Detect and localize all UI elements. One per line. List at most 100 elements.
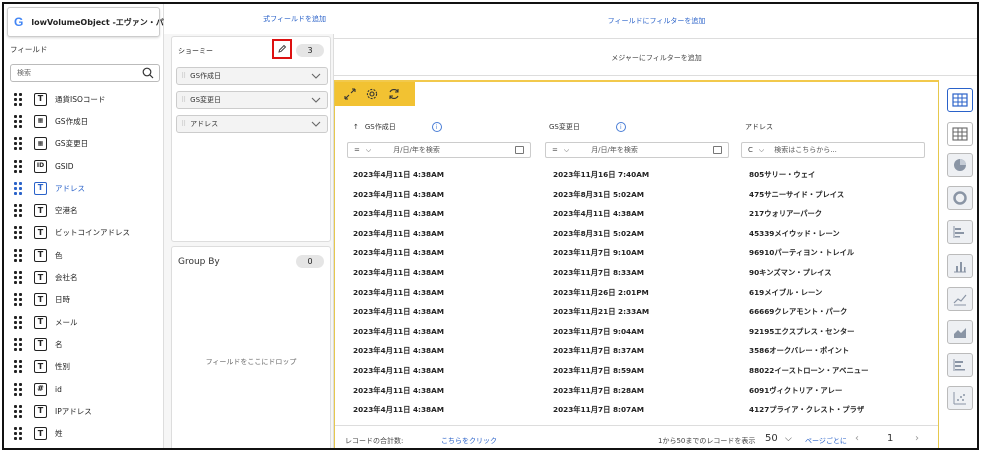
table-cell: 2023年11月7日 9:10AM [553,248,645,258]
field-item[interactable]: T 会社名 [4,266,164,288]
field-item[interactable]: ID GSID [4,155,164,177]
pivot-table-button[interactable] [947,122,973,146]
field-item[interactable]: T 日時 [4,289,164,311]
stacked-bar-button[interactable] [947,353,973,377]
field-item[interactable]: T 性別 [4,356,164,378]
table-row[interactable]: 2023年4月11日 4:38AM 2023年11月7日 8:33AM 90キンズマ… [335,264,935,284]
field-item[interactable]: T メール [4,311,164,333]
chevron-down-icon[interactable]: ⌵ [564,146,569,155]
table-row[interactable]: 2023年4月11日 4:38AM 2023年11月16日 7:40AM 805サリ… [335,166,935,186]
total-records-label: レコードの合計数: [345,437,404,445]
drag-handle-icon[interactable]: ⠿ [181,120,186,128]
date-filter-created[interactable]: = ⌵ 月/日/年を検索 [347,142,531,158]
filter-operator[interactable]: = [354,146,360,154]
filter-operator[interactable]: C [748,146,753,154]
drag-handle-icon[interactable] [14,315,24,329]
table-button[interactable] [947,88,973,112]
search-icon[interactable] [142,67,154,79]
drag-handle-icon[interactable] [14,114,24,128]
column-header-address[interactable]: アドレス [745,122,773,132]
add-field-filter-link[interactable]: フィールドにフィルターを追加 [334,4,977,39]
table-row[interactable]: 2023年4月11日 4:38AM 2023年11月26日 2:01PM 619メイ… [335,284,935,304]
chevron-down-icon[interactable] [311,120,321,128]
drag-handle-icon[interactable] [14,337,24,351]
drag-handle-icon[interactable] [14,293,24,307]
field-item[interactable]: T アドレス [4,177,164,199]
table-row[interactable]: 2023年4月11日 4:38AM 2023年4月11日 4:38AM 217ウォリ… [335,205,935,225]
drag-handle-icon[interactable] [14,271,24,285]
chevron-down-icon[interactable]: ⌵ [785,434,792,444]
field-item[interactable]: T名 [4,333,164,355]
pie-chart-button[interactable] [947,153,973,177]
drag-handle-icon[interactable] [14,92,24,106]
refresh-icon[interactable] [387,87,401,101]
field-item[interactable]: # id [4,378,164,400]
calendar-icon[interactable] [515,146,524,154]
info-icon[interactable]: i [431,122,442,132]
show-me-field[interactable]: ⠿ アドレス [176,115,328,133]
table-row[interactable]: 2023年4月11日 4:38AM 2023年11月7日 8:28AM 6091ヴィ… [335,382,935,402]
add-measure-filter-link[interactable]: メジャーにフィルターを追加 [334,40,977,76]
drag-handle-icon[interactable] [14,427,24,441]
drag-handle-icon[interactable] [14,226,24,240]
gear-icon[interactable] [365,87,379,101]
field-item[interactable]: T色 [4,244,164,266]
filter-operator[interactable]: = [552,146,558,154]
donut-chart-button[interactable] [947,186,973,210]
field-item[interactable]: T 空港名 [4,199,164,221]
table-row[interactable]: 2023年4月11日 4:38AM 2023年11月7日 9:10AM 96910パ… [335,244,935,264]
text-filter-address[interactable]: C ⌵ 検索はこちらから... [741,142,925,158]
field-item[interactable]: ▦ GS作成日 [4,110,164,132]
object-header[interactable]: G lowVolumeObject -エヴァン・パーソン [7,7,188,37]
table-row[interactable]: 2023年4月11日 4:38AM 2023年11月7日 8:07AM 4127プラ… [335,401,935,421]
edit-icon[interactable] [272,39,292,59]
chevron-down-icon[interactable] [311,72,321,80]
chevron-down-icon[interactable]: ⌵ [759,146,764,155]
column-chart-button[interactable] [947,254,973,278]
show-total-link[interactable]: こちらをクリック [441,436,497,446]
table-row[interactable]: 2023年4月11日 4:38AM 2023年11月7日 8:37AM 3586オー… [335,342,935,362]
prev-page-button[interactable]: ‹ [855,433,859,444]
next-page-button[interactable]: › [915,433,919,444]
table-row[interactable]: 2023年4月11日 4:38AM 2023年8月31日 5:02AM 45339メ… [335,225,935,245]
chevron-down-icon[interactable]: ⌵ [366,146,371,155]
drag-handle-icon[interactable] [14,159,24,173]
field-item[interactable]: T姓 [4,422,164,444]
column-header-gs-modified[interactable]: GS変更日 i [549,122,626,132]
calendar-icon[interactable] [713,146,722,154]
column-header-gs-created[interactable]: ↑ GS作成日 i [353,122,442,132]
drag-handle-icon[interactable] [14,137,24,151]
drag-handle-icon[interactable] [14,248,24,262]
bar-chart-button[interactable] [947,220,973,244]
chevron-down-icon[interactable] [311,96,321,104]
table-row[interactable]: 2023年4月11日 4:38AM 2023年11月7日 9:04AM 92195エ… [335,323,935,343]
add-formula-field-link[interactable]: 式フィールドを追加 [164,4,334,34]
show-me-field[interactable]: ⠿ GS変更日 [176,91,328,109]
expand-icon[interactable] [343,87,357,101]
area-chart-button[interactable] [947,320,973,344]
table-row[interactable]: 2023年4月11日 4:38AM 2023年8月31日 5:02AM 475サニー… [335,186,935,206]
sort-asc-icon[interactable]: ↑ [353,123,359,131]
scatter-button[interactable] [947,386,973,410]
drag-handle-icon[interactable] [14,382,24,396]
table-row[interactable]: 2023年4月11日 4:38AM 2023年11月21日 2:33AM 66669… [335,303,935,323]
field-search-input[interactable]: 検索 [10,64,160,82]
line-chart-button[interactable] [947,287,973,311]
drag-handle-icon[interactable] [14,360,24,374]
drag-handle-icon[interactable]: ⠿ [181,96,186,104]
drag-handle-icon[interactable]: ⠿ [181,72,186,80]
date-filter-modified[interactable]: = ⌵ 月/日/年を検索 [545,142,729,158]
drag-handle-icon[interactable] [14,404,24,418]
drag-handle-icon[interactable] [14,181,24,195]
table-cell: 2023年11月7日 8:33AM [553,268,645,277]
drag-handle-icon[interactable] [14,204,24,218]
field-item[interactable]: T 通貨ISOコード [4,88,164,110]
table-row[interactable]: 2023年4月11日 4:38AM 2023年11月7日 8:59AM 88022イ… [335,362,935,382]
field-item[interactable]: ▦ GS変更日 [4,133,164,155]
field-item[interactable]: T IPアドレス [4,400,164,422]
page-size-select[interactable]: 50 [765,433,778,444]
show-me-field[interactable]: ⠿ GS作成日 [176,67,328,85]
info-icon[interactable]: i [615,122,626,132]
field-item[interactable]: T ビットコインアドレス [4,222,164,244]
group-by-card[interactable]: Group By 0 フィールドをここにドロップ [171,246,331,448]
